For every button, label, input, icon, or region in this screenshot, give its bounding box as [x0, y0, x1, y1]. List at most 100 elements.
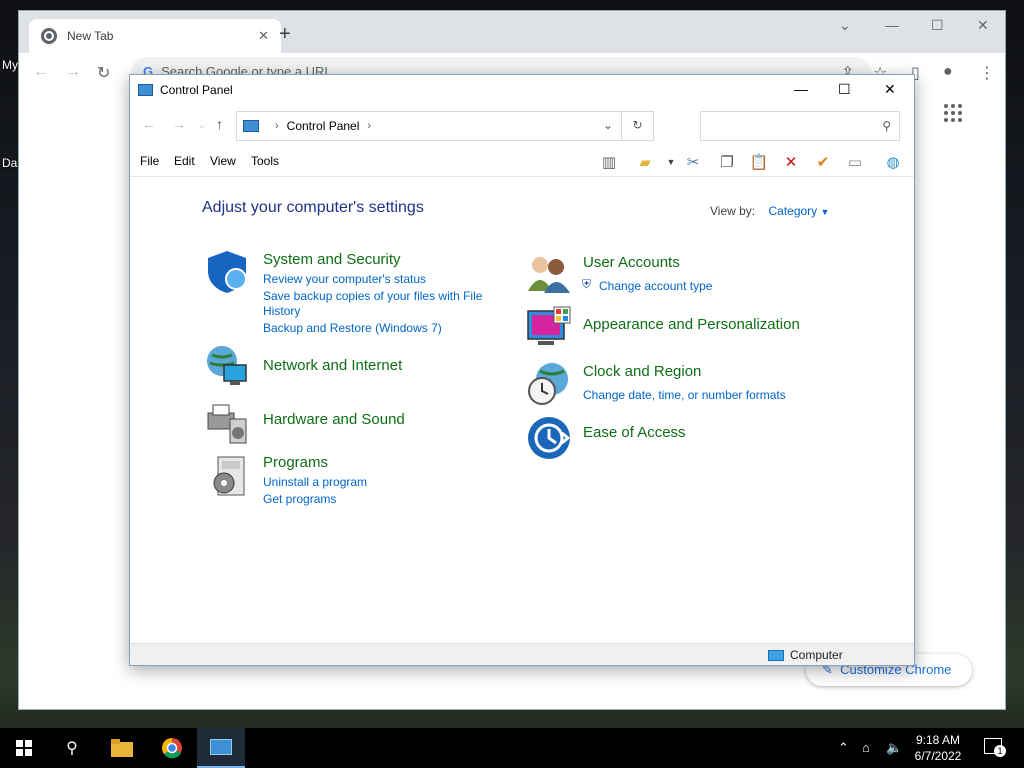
ease-of-access-icon	[528, 417, 571, 459]
folder-icon	[111, 739, 133, 757]
cp-navigation-bar: ← → ⌄ ↑ › Control Panel › ⌄ ↻ ⚲	[130, 105, 914, 145]
category-programs[interactable]: Programs	[263, 454, 328, 471]
copy-icon[interactable]: ❐	[716, 151, 738, 173]
control-panel-icon	[138, 84, 153, 96]
shield-icon	[208, 251, 247, 293]
tab-title: New Tab	[67, 29, 114, 43]
link-change-date-formats[interactable]: Change date, time, or number formats	[583, 388, 786, 403]
recent-locations-icon[interactable]: ⌄	[198, 120, 206, 131]
category-appearance[interactable]: Appearance and Personalization	[583, 316, 800, 333]
minimize-icon[interactable]: —	[794, 81, 808, 97]
properties-check-icon[interactable]: ✔	[812, 151, 834, 173]
link-get-programs[interactable]: Get programs	[263, 492, 336, 507]
folder-options-icon[interactable]: ▰	[634, 151, 656, 173]
link-review-status[interactable]: Review your computer's status	[263, 272, 426, 287]
cut-icon[interactable]: ✂	[682, 151, 704, 173]
view-by-dropdown[interactable]: Category ▼	[768, 204, 829, 218]
chrome-tab[interactable]: New Tab ✕	[29, 19, 281, 53]
delete-icon[interactable]: ✕	[780, 151, 802, 173]
globe-icon[interactable]: ◍	[882, 151, 904, 173]
network-globe-icon	[207, 346, 247, 385]
notification-center-button[interactable]: 1	[984, 738, 1006, 757]
chrome-favicon-icon	[41, 28, 57, 44]
link-backup-restore[interactable]: Backup and Restore (Windows 7)	[263, 321, 442, 336]
search-icon: ⚲	[882, 119, 891, 133]
dropdown-arrow-icon[interactable]: ▼	[660, 151, 682, 173]
chrome-taskbar-button[interactable]	[148, 728, 196, 768]
category-user-accounts[interactable]: User Accounts	[583, 254, 680, 271]
new-tab-button[interactable]: +	[279, 23, 291, 46]
view-by-label: View by:	[710, 204, 756, 218]
profile-avatar-icon[interactable]: ●	[943, 63, 953, 81]
cp-content: Adjust your computer's settings View by:…	[130, 177, 914, 643]
close-icon[interactable]: ✕	[884, 81, 896, 98]
maximize-icon[interactable]: ☐	[838, 81, 851, 98]
start-button[interactable]	[0, 728, 48, 768]
tab-search-icon[interactable]: ⌄	[839, 17, 851, 34]
paste-icon[interactable]: 📋	[748, 151, 770, 173]
menu-edit[interactable]: Edit	[174, 154, 195, 168]
category-hardware-sound[interactable]: Hardware and Sound	[263, 411, 405, 428]
category-clock-region[interactable]: Clock and Region	[583, 363, 701, 380]
search-icon: ⚲	[66, 740, 78, 757]
link-file-history-cont[interactable]: History	[263, 304, 300, 319]
minimize-icon[interactable]: —	[885, 17, 899, 33]
reload-icon[interactable]: ↻	[97, 63, 110, 83]
clock-date: 6/7/2022	[914, 749, 962, 763]
uac-shield-icon: ⛨	[582, 277, 592, 291]
maximize-icon[interactable]: ☐	[931, 17, 944, 34]
desktop-icon-label[interactable]: Da	[2, 156, 17, 170]
menu-bar: File Edit View Tools ▥ ▰ ▼ ✂ ❐ 📋 ✕ ✔ ▭ ◍	[130, 145, 914, 177]
desktop-icon-label[interactable]: My	[2, 58, 18, 72]
rename-icon[interactable]: ▭	[844, 151, 866, 173]
notification-count-badge: 1	[994, 745, 1006, 757]
search-input[interactable]: ⚲	[700, 111, 900, 141]
search-taskbar-button[interactable]: ⚲	[48, 728, 96, 768]
status-location: Computer	[768, 648, 843, 662]
control-panel-icon	[210, 739, 232, 755]
address-dropdown-icon[interactable]: ⌄	[603, 118, 613, 132]
clock[interactable]: 9:18 AM 6/7/2022	[912, 732, 964, 764]
category-system-security[interactable]: System and Security	[263, 251, 401, 268]
back-icon[interactable]: ←	[33, 63, 49, 81]
chevron-right-icon[interactable]: ›	[367, 120, 371, 132]
chevron-right-icon[interactable]: ›	[275, 120, 279, 132]
window-title: Control Panel	[160, 83, 233, 97]
file-explorer-taskbar-button[interactable]	[98, 728, 146, 768]
layout-pane-icon[interactable]: ▥	[598, 151, 620, 173]
control-panel-window: Control Panel — ☐ ✕ ← → ⌄ ↑ › Control Pa…	[129, 74, 915, 666]
network-icon[interactable]: ⌂	[862, 740, 870, 755]
refresh-icon[interactable]: ↻	[621, 112, 653, 140]
computer-icon	[768, 649, 784, 661]
view-by: View by: Category ▼	[710, 204, 829, 218]
status-bar: Computer	[130, 643, 914, 665]
menu-tools[interactable]: Tools	[251, 154, 279, 168]
breadcrumb-control-panel[interactable]: Control Panel	[287, 119, 360, 133]
control-panel-taskbar-button[interactable]	[197, 728, 245, 768]
menu-kebab-icon[interactable]: ⋮	[979, 63, 995, 83]
address-bar[interactable]: › Control Panel › ⌄ ↻	[236, 111, 654, 141]
show-hidden-icons-icon[interactable]: ⌃	[838, 740, 849, 756]
back-icon[interactable]: ←	[142, 116, 156, 132]
menu-file[interactable]: File	[140, 154, 159, 168]
clock-time: 9:18 AM	[915, 733, 961, 747]
forward-icon[interactable]: →	[65, 63, 81, 81]
category-network-internet[interactable]: Network and Internet	[263, 357, 402, 374]
link-change-account-type[interactable]: Change account type	[599, 279, 712, 294]
chevron-down-icon: ▼	[820, 207, 830, 217]
view-by-value: Category	[768, 204, 818, 218]
category-ease-of-access[interactable]: Ease of Access	[583, 424, 686, 441]
page-title: Adjust your computer's settings	[202, 199, 424, 216]
forward-icon[interactable]: →	[172, 116, 186, 132]
up-icon[interactable]: ↑	[216, 116, 223, 132]
close-icon[interactable]: ✕	[977, 17, 989, 34]
link-file-history[interactable]: Save backup copies of your files with Fi…	[263, 289, 482, 304]
volume-icon[interactable]: 🔈	[886, 740, 902, 756]
link-uninstall-program[interactable]: Uninstall a program	[263, 475, 367, 490]
taskbar: ⚲ ⌃ ⌂ 🔈 9:18 AM 6/7/2022 1	[0, 728, 1024, 768]
google-apps-icon[interactable]	[944, 104, 962, 122]
users-icon	[528, 257, 570, 293]
menu-view[interactable]: View	[210, 154, 236, 168]
tab-close-icon[interactable]: ✕	[258, 28, 269, 44]
control-panel-icon	[243, 120, 259, 132]
